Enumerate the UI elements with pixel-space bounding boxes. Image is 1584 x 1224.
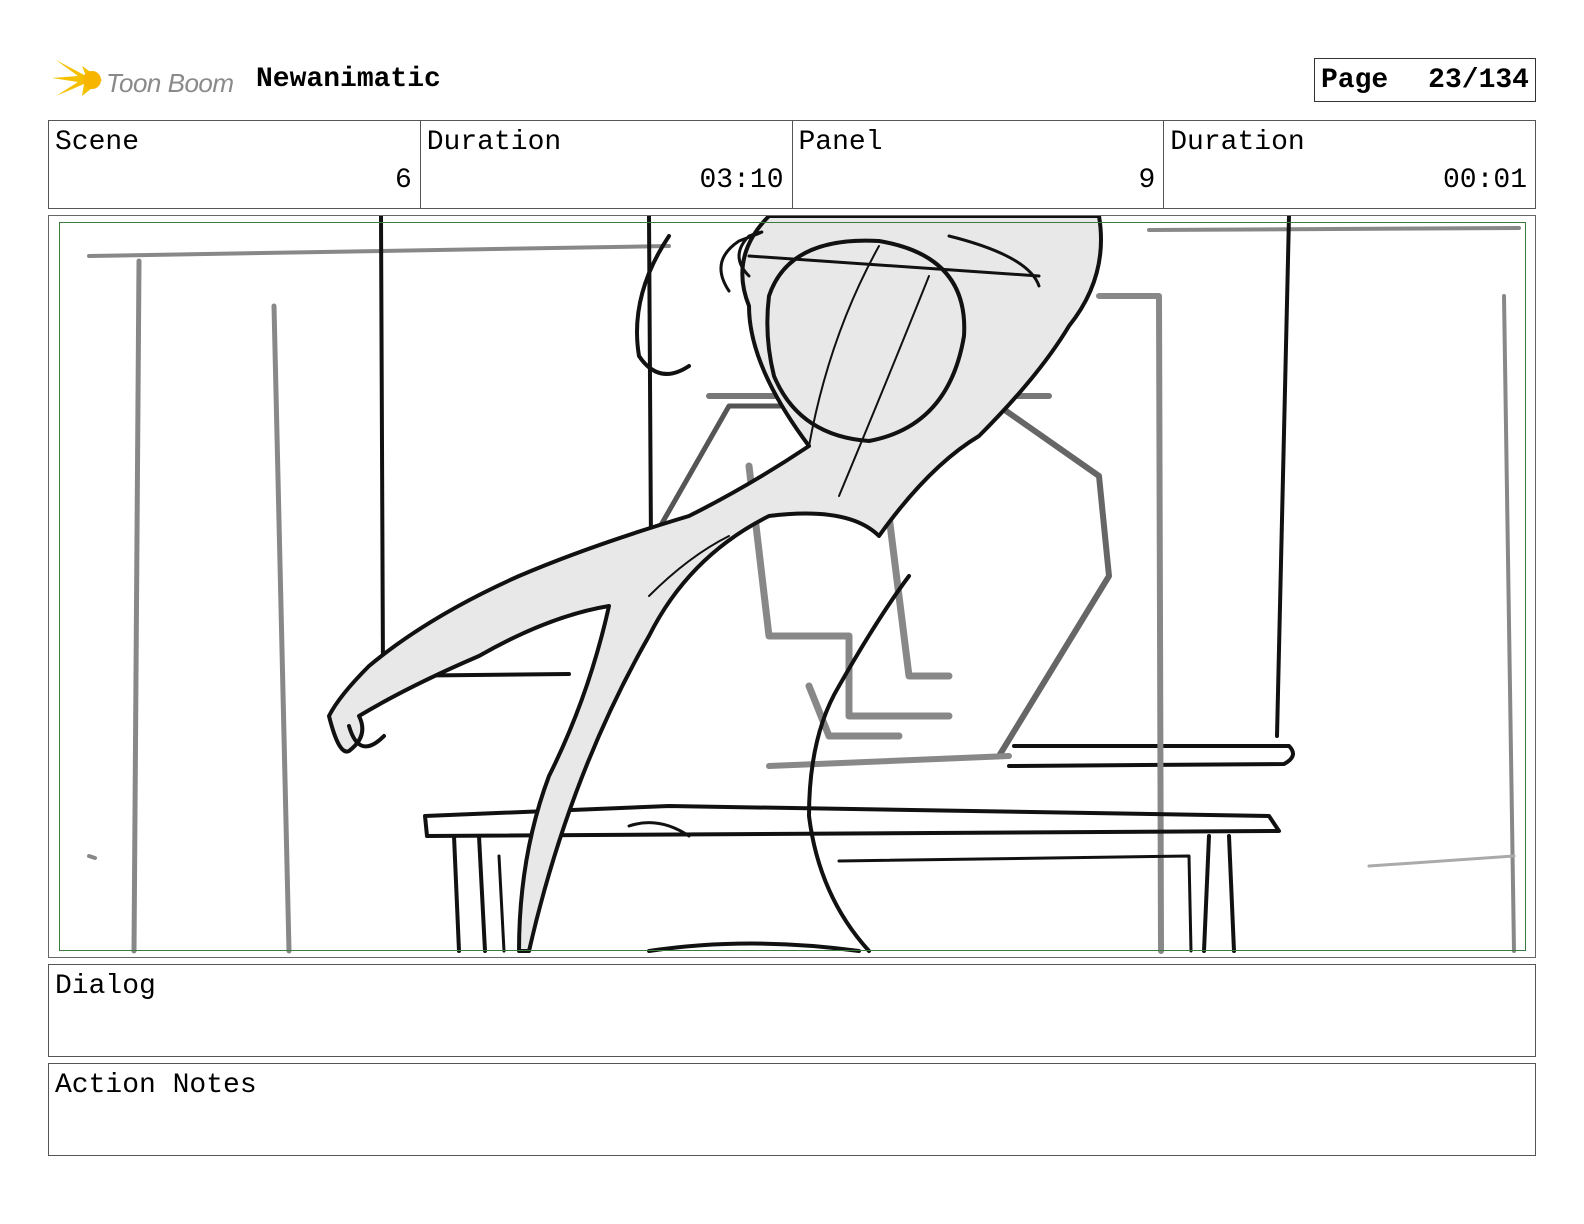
page-number: 23/134 (1428, 64, 1529, 96)
toon-boom-logo-icon (52, 60, 102, 96)
dialog-box: Dialog (48, 964, 1536, 1057)
scene-value: 6 (394, 165, 412, 196)
panel-label: Panel (798, 127, 883, 158)
storyboard-panel (48, 215, 1536, 958)
panel-value: 9 (1138, 165, 1156, 196)
action-notes-box: Action Notes (48, 1063, 1536, 1156)
toon-boom-logo: Toon Boom (52, 56, 242, 104)
page-label: Page (1321, 64, 1389, 96)
panel-duration-value: 00:01 (1442, 165, 1527, 196)
action-notes-label: Action Notes (55, 1070, 257, 1101)
scene-label: Scene (55, 127, 140, 158)
safe-area-frame (59, 222, 1526, 951)
scene-duration-value: 03:10 (699, 165, 784, 196)
dialog-label: Dialog (55, 971, 156, 1002)
page-indicator: Page 23/134 (1314, 58, 1536, 102)
panel-cell: Panel 9 (793, 121, 1165, 208)
panel-duration-cell: Duration 00:01 (1164, 121, 1535, 208)
panel-duration-label: Duration (1170, 127, 1305, 158)
scene-duration-label: Duration (426, 127, 562, 158)
project-title: Newanimatic (256, 64, 441, 95)
scene-duration-cell: Duration 03:10 (421, 121, 793, 208)
logo-wordmark: Toon Boom (106, 68, 234, 98)
page-header: Toon Boom Newanimatic Page 23/134 (48, 54, 1536, 110)
scene-cell: Scene 6 (49, 121, 421, 208)
panel-info-row: Scene 6 Duration 03:10 Panel 9 Duration … (48, 120, 1536, 209)
